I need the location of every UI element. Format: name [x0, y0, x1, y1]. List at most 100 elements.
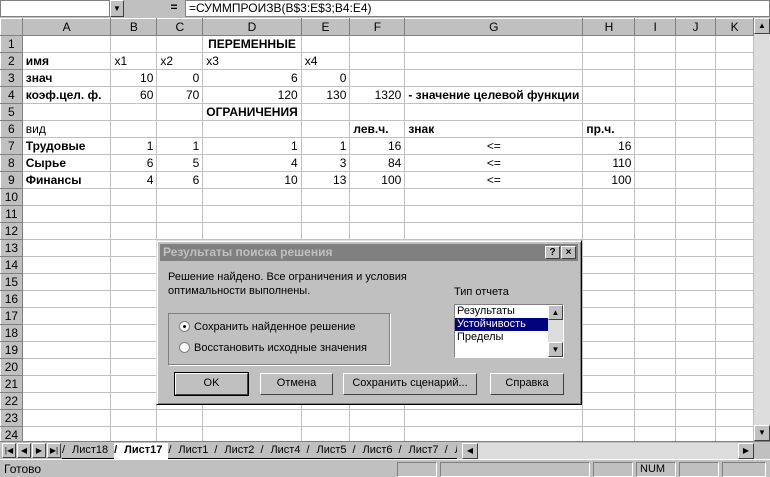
- sheet-tab[interactable]: Лист2: [214, 443, 261, 459]
- row-header[interactable]: 14: [0, 256, 23, 274]
- cell[interactable]: [110, 375, 158, 393]
- list-scroll-down-icon[interactable]: ▼: [548, 342, 563, 357]
- cell[interactable]: [715, 426, 754, 441]
- cell[interactable]: [675, 52, 717, 70]
- cell[interactable]: [634, 307, 676, 325]
- cell[interactable]: [349, 52, 406, 70]
- cell[interactable]: имя: [22, 52, 112, 70]
- cell[interactable]: [675, 375, 717, 393]
- cell[interactable]: [22, 324, 112, 342]
- cell[interactable]: [202, 205, 302, 223]
- cell[interactable]: [582, 409, 636, 427]
- cell[interactable]: [634, 222, 676, 240]
- cell[interactable]: [715, 409, 754, 427]
- cell[interactable]: 1: [202, 137, 302, 155]
- cell[interactable]: [675, 307, 717, 325]
- cell[interactable]: [582, 205, 636, 223]
- row-header[interactable]: 19: [0, 341, 23, 359]
- cell[interactable]: 6: [202, 69, 302, 87]
- cell[interactable]: [22, 341, 112, 359]
- cell[interactable]: x2: [156, 52, 204, 70]
- cell[interactable]: [22, 290, 112, 308]
- cell[interactable]: Сырье: [22, 154, 112, 172]
- cell[interactable]: [634, 205, 676, 223]
- prev-sheet-icon[interactable]: ◀: [17, 443, 31, 458]
- row-header[interactable]: 12: [0, 222, 23, 240]
- cell[interactable]: [634, 392, 676, 410]
- scroll-up-icon[interactable]: ▲: [754, 18, 770, 34]
- column-header[interactable]: A: [21, 18, 112, 36]
- cell[interactable]: пр.ч.: [582, 120, 636, 138]
- cell[interactable]: [110, 188, 158, 206]
- cell[interactable]: [634, 120, 676, 138]
- cell[interactable]: [582, 324, 636, 342]
- name-box-dropdown-icon[interactable]: ▼: [110, 0, 124, 17]
- cell[interactable]: [301, 205, 351, 223]
- cell[interactable]: 1320: [349, 86, 406, 104]
- horizontal-scrollbar[interactable]: ◀ ▶: [462, 443, 754, 459]
- cell[interactable]: 0: [301, 69, 351, 87]
- cell[interactable]: [634, 426, 676, 441]
- report-type-item[interactable]: Устойчивость: [455, 318, 548, 331]
- cell[interactable]: [404, 52, 584, 70]
- row-header[interactable]: 3: [0, 69, 23, 87]
- cell[interactable]: [22, 409, 112, 427]
- cell[interactable]: вид: [22, 120, 112, 138]
- cell[interactable]: [675, 69, 717, 87]
- cell[interactable]: [301, 103, 351, 121]
- cell[interactable]: [156, 409, 204, 427]
- cancel-button[interactable]: Отмена: [260, 373, 333, 395]
- cell[interactable]: [634, 69, 676, 87]
- cell[interactable]: <=: [404, 171, 584, 189]
- cell[interactable]: [404, 188, 584, 206]
- cell[interactable]: [22, 205, 112, 223]
- cell[interactable]: [715, 375, 754, 393]
- cell[interactable]: [582, 239, 636, 257]
- row-header[interactable]: 1: [0, 35, 23, 53]
- cell[interactable]: [404, 222, 584, 240]
- cell[interactable]: 110: [582, 154, 636, 172]
- cell[interactable]: [404, 409, 584, 427]
- row-header[interactable]: 22: [0, 392, 23, 410]
- cell[interactable]: [715, 171, 754, 189]
- cell[interactable]: [22, 392, 112, 410]
- help-button[interactable]: Справка: [490, 373, 564, 395]
- cell[interactable]: [301, 120, 351, 138]
- cell[interactable]: [634, 341, 676, 359]
- cell[interactable]: [582, 273, 636, 291]
- scroll-left-icon[interactable]: ◀: [462, 443, 478, 459]
- cell[interactable]: [675, 35, 717, 53]
- column-header[interactable]: C: [156, 18, 204, 36]
- cell[interactable]: 0: [156, 69, 204, 87]
- sheet-tab[interactable]: Лист5: [306, 443, 353, 459]
- cell[interactable]: [715, 35, 754, 53]
- cell[interactable]: [582, 392, 636, 410]
- formula-input[interactable]: =СУММПРОИЗВ(B$3:E$3;B4:E4): [185, 0, 770, 17]
- row-header[interactable]: 15: [0, 273, 23, 291]
- cell[interactable]: [582, 358, 636, 376]
- cell[interactable]: [675, 392, 717, 410]
- cell[interactable]: 130: [301, 86, 351, 104]
- cell[interactable]: [22, 188, 112, 206]
- cell[interactable]: [715, 154, 754, 172]
- cell[interactable]: [675, 188, 717, 206]
- cell[interactable]: [634, 137, 676, 155]
- cell[interactable]: 100: [349, 171, 406, 189]
- cell[interactable]: [22, 222, 112, 240]
- column-header[interactable]: H: [582, 18, 636, 36]
- row-header[interactable]: 21: [0, 375, 23, 393]
- cell[interactable]: [349, 426, 406, 441]
- cell[interactable]: [22, 307, 112, 325]
- cell[interactable]: 13: [301, 171, 351, 189]
- cell[interactable]: [715, 392, 754, 410]
- cell[interactable]: [715, 86, 754, 104]
- cell[interactable]: [582, 35, 636, 53]
- cell[interactable]: - значение целевой функции: [404, 86, 584, 104]
- sheet-tab[interactable]: Лист18: [62, 443, 115, 459]
- cell[interactable]: [22, 426, 112, 441]
- cell[interactable]: 16: [582, 137, 636, 155]
- cell[interactable]: [715, 341, 754, 359]
- cell[interactable]: [634, 86, 676, 104]
- cell[interactable]: [110, 273, 158, 291]
- row-header[interactable]: 17: [0, 307, 23, 325]
